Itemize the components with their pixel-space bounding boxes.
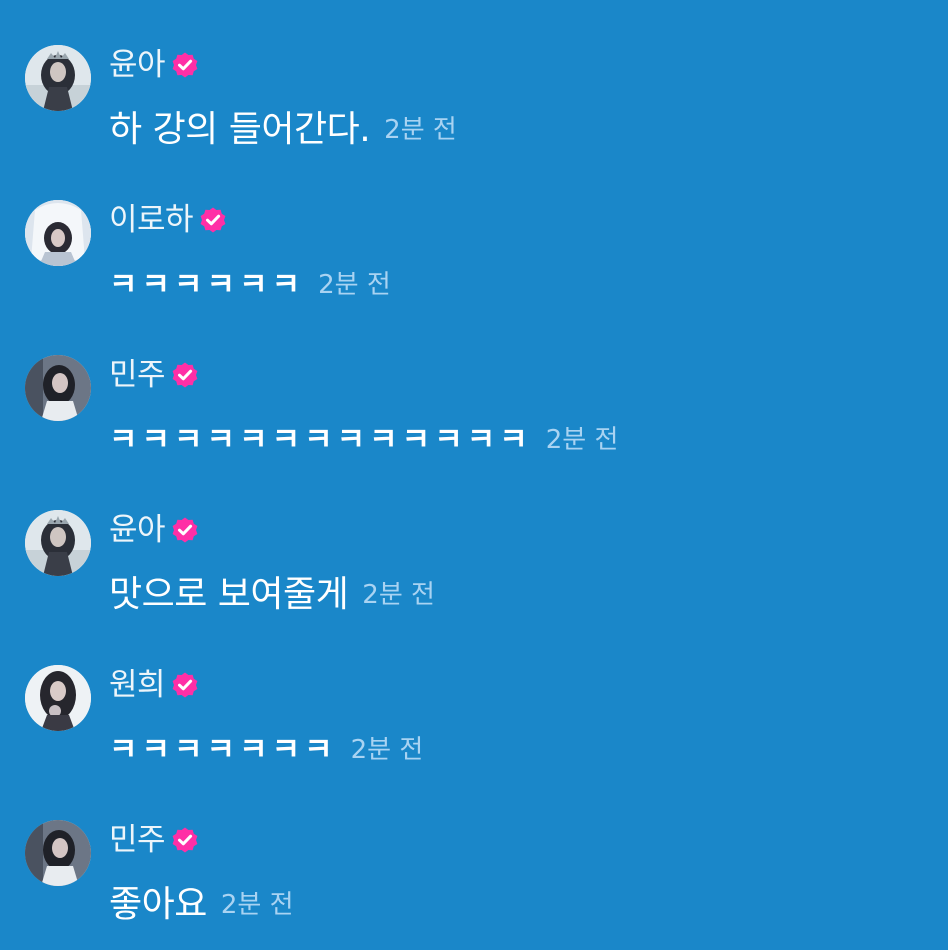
message-text: ㅋㅋㅋㅋㅋㅋㅋ [109, 732, 337, 768]
avatar[interactable] [25, 820, 91, 886]
message-body: ㅋㅋㅋㅋㅋㅋㅋ 2분 전 [109, 727, 423, 773]
verified-badge-icon [172, 52, 198, 78]
avatar-minju-image [25, 820, 91, 886]
avatar[interactable] [25, 45, 91, 111]
author-row: 이로하 [109, 200, 227, 240]
author-row: 윤아 [109, 45, 199, 85]
message-timestamp: 2분 전 [362, 580, 435, 610]
author-name[interactable]: 민주 [109, 355, 166, 395]
verified-badge-icon [172, 362, 198, 388]
message-item: 윤아 하 강의 들어간다. 2분 전 [0, 45, 948, 175]
message-feed: 윤아 하 강의 들어간다. 2분 전 이로하 ㅋㅋㅋㅋㅋㅋ 2분 전 민주 ㅋㅋ… [0, 0, 948, 948]
message-item: 민주 좋아요 2분 전 [0, 820, 948, 950]
verified-badge-icon [200, 207, 226, 233]
author-name[interactable]: 이로하 [109, 200, 194, 240]
author-row: 윤아 [109, 510, 199, 550]
message-text: 좋아요 [109, 884, 207, 925]
message-body: 맛으로 보여줄게 2분 전 [109, 572, 435, 618]
message-timestamp: 2분 전 [350, 735, 424, 765]
verified-badge-icon [172, 827, 198, 853]
author-name[interactable]: 민주 [109, 820, 166, 860]
author-name[interactable]: 윤아 [109, 45, 166, 85]
avatar[interactable] [25, 355, 91, 421]
author-row: 민주 [109, 355, 199, 395]
message-timestamp: 2분 전 [384, 115, 457, 145]
message-timestamp: 2분 전 [220, 890, 294, 920]
message-body: 좋아요 2분 전 [109, 882, 294, 928]
message-text: 하 강의 들어간다. [109, 109, 371, 150]
avatar-yuna-image [25, 45, 91, 111]
message-item: 원희 ㅋㅋㅋㅋㅋㅋㅋ 2분 전 [0, 665, 948, 795]
message-body: ㅋㅋㅋㅋㅋㅋ 2분 전 [109, 262, 391, 308]
message-item: 민주 ㅋㅋㅋㅋㅋㅋㅋㅋㅋㅋㅋㅋㅋ 2분 전 [0, 355, 948, 485]
author-name[interactable]: 윤아 [109, 510, 166, 550]
author-row: 원희 [109, 665, 199, 705]
message-text: 맛으로 보여줄게 [109, 574, 349, 615]
message-timestamp: 2분 전 [318, 270, 391, 300]
avatar-minju-image [25, 355, 91, 421]
avatar[interactable] [25, 510, 91, 576]
author-row: 민주 [109, 820, 199, 860]
message-item: 윤아 맛으로 보여줄게 2분 전 [0, 510, 948, 640]
verified-badge-icon [172, 517, 198, 543]
avatar[interactable] [25, 200, 91, 266]
avatar-yuna-image [25, 510, 91, 576]
message-body: ㅋㅋㅋㅋㅋㅋㅋㅋㅋㅋㅋㅋㅋ 2분 전 [109, 417, 618, 463]
author-name[interactable]: 원희 [109, 665, 166, 705]
avatar-wonhee-image [25, 665, 91, 731]
message-timestamp: 2분 전 [545, 425, 619, 455]
message-item: 이로하 ㅋㅋㅋㅋㅋㅋ 2분 전 [0, 200, 948, 330]
verified-badge-icon [172, 672, 198, 698]
message-body: 하 강의 들어간다. 2분 전 [109, 107, 457, 153]
avatar-iroha-image [25, 200, 91, 266]
message-text: ㅋㅋㅋㅋㅋㅋ [109, 267, 305, 303]
avatar[interactable] [25, 665, 91, 731]
message-text: ㅋㅋㅋㅋㅋㅋㅋㅋㅋㅋㅋㅋㅋ [109, 422, 532, 458]
